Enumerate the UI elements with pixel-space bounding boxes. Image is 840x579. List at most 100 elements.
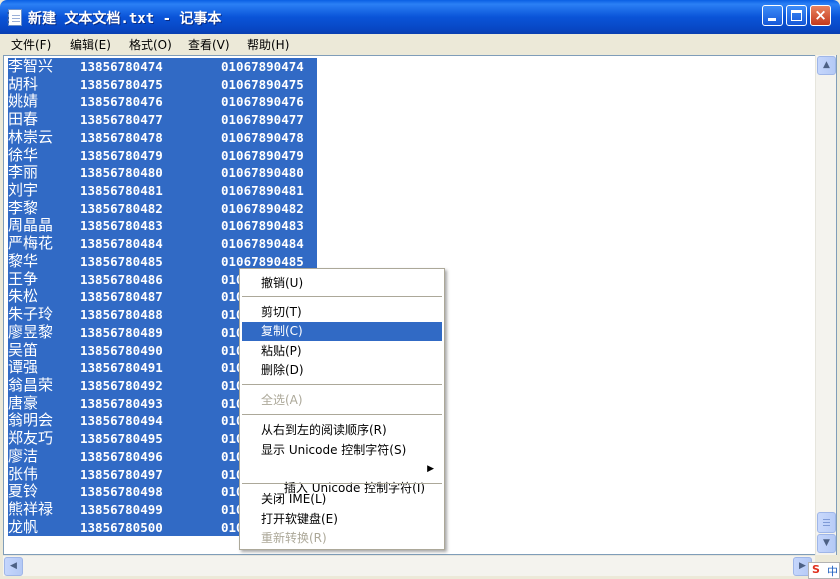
text-line: 刘宇 13856780481 01067890481: [8, 181, 317, 200]
menu-bar: 文件(F) 编辑(E) 格式(O) 查看(V) 帮助(H): [3, 34, 837, 54]
tel-text: 01067890481: [221, 183, 304, 199]
mobile-text: 13856780494: [80, 413, 163, 429]
name-text: 李智兴: [8, 57, 54, 75]
name-text: 姚婧: [8, 92, 39, 111]
submenu-arrow-icon: ▶: [427, 464, 434, 474]
menu-item-show-unicode[interactable]: 显示 Unicode 控制字符(S): [242, 441, 442, 460]
menu-item-undo[interactable]: 撤销(U): [242, 274, 442, 293]
name-text: 林崇云: [8, 127, 54, 146]
name-text: 吴笛: [8, 340, 39, 359]
name-text: 周晶晶: [8, 216, 54, 235]
name-text: 郑友巧: [8, 429, 54, 448]
mobile-text: 13856780499: [80, 501, 163, 517]
mobile-text: 13856780491: [80, 360, 163, 376]
tel-text: 01067890480: [221, 165, 304, 181]
menu-item-rtl-reading[interactable]: 从右到左的阅读顺序(R): [242, 421, 442, 440]
minimize-button[interactable]: [762, 5, 783, 26]
menu-edit[interactable]: 编辑(E): [70, 36, 111, 53]
mobile-text: 13856780479: [80, 147, 163, 163]
name-text: 胡科: [8, 74, 39, 93]
menu-help[interactable]: 帮助(H): [247, 36, 289, 53]
mobile-text: 13856780497: [80, 466, 163, 482]
name-text: 朱子玲: [8, 305, 54, 324]
menu-format[interactable]: 格式(O): [129, 36, 172, 53]
mobile-text: 13856780486: [80, 271, 163, 287]
name-text: 龙帆: [8, 517, 39, 536]
text-line: 胡科 13856780475 01067890475: [8, 74, 317, 94]
text-line: 李黎 13856780482 01067890482: [8, 198, 317, 218]
menu-item-select-all[interactable]: 全选(A): [242, 391, 442, 410]
name-text: 严梅花: [8, 234, 54, 253]
name-text: 黎华: [8, 251, 39, 270]
menu-separator: [242, 296, 442, 297]
menu-item-delete[interactable]: 删除(D): [242, 361, 442, 380]
mobile-text: 13856780495: [80, 431, 163, 447]
tel-text: 01067890474: [221, 59, 304, 74]
mobile-text: 13856780488: [80, 307, 163, 323]
scroll-down-button[interactable]: ▼: [817, 534, 836, 553]
menu-item-insert-unicode[interactable]: 插入 Unicode 控制字符(I) ▶: [242, 460, 442, 495]
window-title: 新建 文本文档.txt - 记事本: [28, 11, 222, 27]
mobile-text: 13856780480: [80, 165, 163, 181]
tel-text: 01067890484: [221, 236, 304, 252]
name-text: 唐豪: [8, 393, 39, 412]
mobile-text: 13856780478: [80, 129, 163, 145]
menu-item-reconversion[interactable]: 重新转换(R): [242, 529, 442, 548]
tel-text: 01067890478: [221, 129, 304, 145]
menu-file[interactable]: 文件(F): [11, 36, 51, 53]
title-bar[interactable]: 新建 文本文档.txt - 记事本 ×: [0, 0, 840, 34]
arrow-left-icon: ◀: [10, 561, 17, 571]
name-text: 朱松: [8, 287, 39, 306]
menu-item-close-ime[interactable]: 关闭 IME(L): [242, 490, 442, 509]
name-text: 李黎: [8, 198, 39, 217]
vertical-scroll-thumb[interactable]: [817, 512, 836, 533]
name-text: 夏铃: [8, 482, 39, 501]
tel-text: 01067890477: [221, 112, 304, 128]
text-line: 林崇云 13856780478 01067890478: [8, 127, 317, 147]
menu-view[interactable]: 查看(V): [188, 36, 230, 53]
menu-separator: [242, 384, 442, 385]
scroll-left-button[interactable]: ◀: [4, 557, 23, 576]
ime-logo-icon: S: [812, 563, 820, 576]
name-text: 刘宇: [8, 181, 39, 200]
menu-item-paste[interactable]: 粘贴(P): [242, 342, 442, 361]
menu-item-copy[interactable]: 复制(C): [242, 322, 442, 341]
notepad-icon[interactable]: [7, 9, 22, 26]
name-text: 张伟: [8, 464, 39, 483]
name-text: 李丽: [8, 163, 39, 182]
horizontal-scrollbar[interactable]: ◀ ▶: [3, 555, 815, 576]
name-text: 田春: [8, 110, 39, 129]
name-text: 廖昱黎: [8, 322, 54, 341]
tel-text: 01067890476: [221, 94, 304, 110]
mobile-text: 13856780493: [80, 395, 163, 411]
tel-text: 01067890482: [221, 200, 304, 216]
maximize-button[interactable]: [786, 5, 807, 26]
mobile-text: 13856780484: [80, 236, 163, 252]
mobile-text: 13856780487: [80, 289, 163, 305]
mobile-text: 13856780489: [80, 324, 163, 340]
mobile-text: 13856780482: [80, 200, 163, 216]
mobile-text: 13856780498: [80, 484, 163, 500]
ime-status-bar[interactable]: S 中: [808, 562, 840, 579]
arrow-up-icon: ▲: [823, 60, 830, 70]
scroll-up-button[interactable]: ▲: [817, 56, 836, 75]
menu-item-cut[interactable]: 剪切(T): [242, 303, 442, 322]
menu-separator: [242, 483, 442, 484]
text-line: 李智兴 13856780474 01067890474: [8, 57, 317, 76]
name-text: 翁昌荣: [8, 375, 54, 394]
tel-text: 01067890483: [221, 218, 304, 234]
menu-item-soft-keyboard[interactable]: 打开软键盘(E): [242, 510, 442, 529]
vertical-scrollbar[interactable]: ▲ ▼: [815, 55, 836, 555]
close-button[interactable]: ×: [810, 5, 831, 26]
text-line: 严梅花 13856780484 01067890484: [8, 234, 317, 253]
menu-separator: [242, 414, 442, 415]
close-icon: ×: [814, 6, 827, 24]
text-line: 徐华 13856780479 01067890479: [8, 146, 317, 165]
name-text: 廖洁: [8, 446, 39, 465]
mobile-text: 13856780474: [80, 59, 163, 74]
name-text: 谭强: [8, 358, 39, 377]
mobile-text: 13856780485: [80, 253, 163, 269]
mobile-text: 13856780476: [80, 94, 163, 110]
ime-mode-icon: 中: [827, 565, 838, 578]
name-text: 翁明会: [8, 411, 54, 430]
